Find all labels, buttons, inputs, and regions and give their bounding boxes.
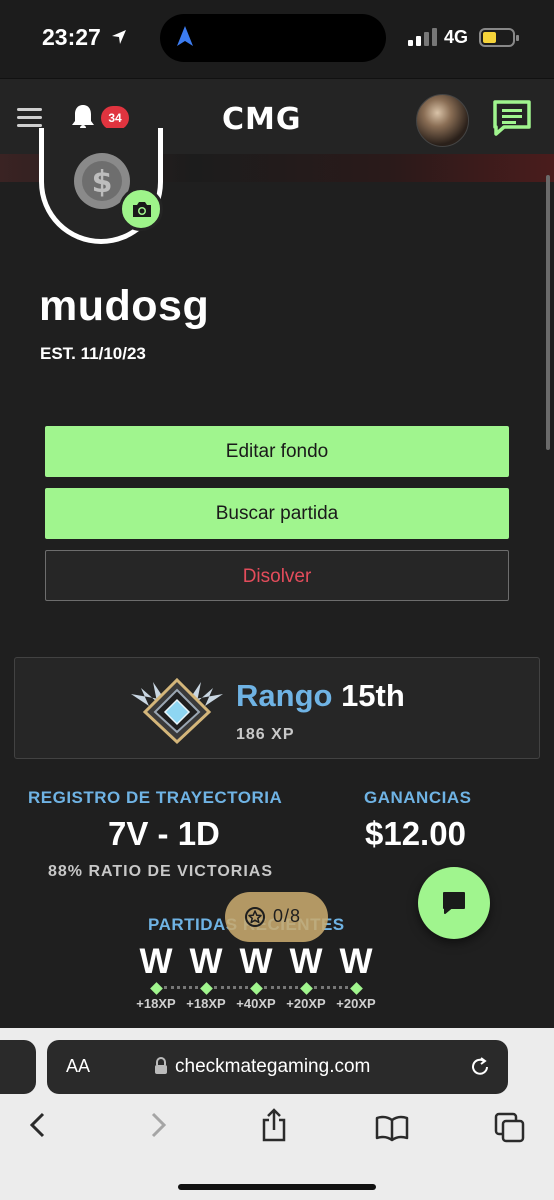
match-xp: +18XP [186, 996, 226, 1011]
win-loss-record: 7V - 1D [108, 815, 220, 852]
earnings-value: $12.00 [365, 815, 466, 852]
home-indicator [178, 1184, 376, 1190]
battery-icon [479, 28, 519, 47]
url-text[interactable]: checkmategaming.com [175, 1056, 370, 1078]
rank-position: 15th [341, 678, 405, 713]
recent-matches-list: W +18XP W +18XP W +40XP W +20XP W +20XP [131, 942, 381, 1012]
win-ratio: 88% RATIO DE VICTORIAS [48, 863, 273, 880]
match-xp: +40XP [236, 996, 276, 1011]
edit-background-button[interactable]: Editar fondo [45, 426, 509, 477]
rank-label: Rango [236, 678, 333, 713]
rank-card: Rango 15th 186 XP [14, 657, 540, 759]
match-marker-icon [349, 982, 363, 995]
svg-text:$: $ [92, 165, 113, 200]
notification-count-badge: 34 [101, 106, 129, 130]
match-item[interactable]: W +20XP [281, 942, 331, 1011]
match-xp: +18XP [136, 996, 176, 1011]
match-marker-icon [199, 982, 213, 995]
cmg-logo[interactable]: CMG [222, 102, 302, 137]
location-arrow-icon [112, 30, 126, 44]
previous-tab[interactable] [0, 1040, 36, 1094]
match-marker-icon [299, 982, 313, 995]
cellular-signal-icon [408, 28, 437, 46]
match-result: W [139, 942, 173, 981]
browser-toolbar: AA checkmategaming.com [0, 1028, 554, 1200]
notification-bell-icon[interactable] [70, 103, 96, 131]
disband-button[interactable]: Disolver [45, 550, 509, 601]
share-icon[interactable] [260, 1108, 288, 1142]
match-result: W [339, 942, 373, 981]
status-time: 23:27 [42, 24, 101, 50]
match-item[interactable]: W +18XP [181, 942, 231, 1011]
match-item[interactable]: W +40XP [231, 942, 281, 1011]
message-icon [443, 892, 465, 914]
established-date: EST. 11/10/23 [40, 344, 146, 363]
chat-icon[interactable] [492, 99, 532, 137]
earnings-label: GANANCIAS [364, 788, 472, 807]
rank-emblem-icon [131, 677, 223, 745]
match-result: W [189, 942, 223, 981]
match-result: W [289, 942, 323, 981]
back-icon[interactable] [28, 1111, 48, 1139]
forward-icon[interactable] [148, 1111, 168, 1139]
text-size-button[interactable]: AA [66, 1056, 90, 1077]
match-xp: +20XP [286, 996, 326, 1011]
rank-title: Rango 15th [236, 678, 405, 714]
star-badge-icon [245, 907, 265, 927]
address-bar[interactable]: AA checkmategaming.com [47, 1040, 508, 1094]
change-photo-button[interactable] [119, 187, 163, 231]
camera-icon [133, 202, 151, 217]
match-result: W [239, 942, 273, 981]
navigation-arrow-icon [177, 26, 193, 46]
chat-fab-button[interactable] [418, 867, 490, 939]
match-marker-icon [249, 982, 263, 995]
network-type: 4G [444, 27, 469, 47]
match-item[interactable]: W +18XP [131, 942, 181, 1011]
tabs-icon[interactable] [494, 1112, 526, 1144]
scrollbar[interactable] [546, 175, 550, 450]
status-bar: 23:27 4G [0, 0, 554, 78]
progress-text: 0/8 [273, 906, 302, 926]
find-match-button[interactable]: Buscar partida [45, 488, 509, 539]
match-xp: +20XP [336, 996, 376, 1011]
match-marker-icon [149, 982, 163, 995]
username: mudosg [39, 282, 210, 330]
rank-xp: 186 XP [236, 726, 295, 743]
match-item[interactable]: W +20XP [331, 942, 381, 1011]
user-avatar[interactable] [416, 94, 469, 147]
track-record-label: REGISTRO DE TRAYECTORIA [28, 788, 283, 807]
progress-pill[interactable]: 0/8 [225, 892, 328, 942]
reload-icon[interactable] [469, 1056, 491, 1078]
lock-icon [155, 1057, 167, 1074]
bookmarks-icon[interactable] [375, 1114, 409, 1142]
